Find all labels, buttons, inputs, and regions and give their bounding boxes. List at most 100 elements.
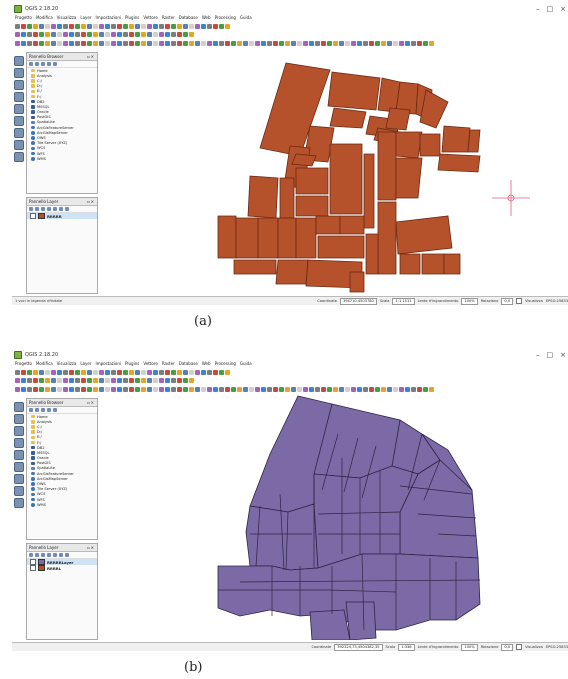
- properties-icon[interactable]: [53, 408, 57, 412]
- building-polygon[interactable]: [399, 253, 421, 275]
- toolbar-tool-icon[interactable]: [261, 387, 266, 392]
- toolbar-tool-icon[interactable]: [291, 387, 296, 392]
- toolbar-tool-icon[interactable]: [141, 370, 146, 375]
- toolbar-tool-icon[interactable]: [15, 378, 20, 383]
- building-polygon[interactable]: [235, 217, 259, 259]
- toolbar-tool-icon[interactable]: [153, 378, 158, 383]
- toolbar-tool-icon[interactable]: [141, 387, 146, 392]
- toolbar-tool-icon[interactable]: [291, 41, 296, 46]
- toolbar-tool-icon[interactable]: [285, 41, 290, 46]
- toolbar-tool-icon[interactable]: [51, 41, 56, 46]
- layer-visibility-checkbox[interactable]: [30, 213, 36, 219]
- toolbar-tool-icon[interactable]: [33, 24, 38, 29]
- toolbar-tool-icon[interactable]: [213, 24, 218, 29]
- toolbar-tool-icon[interactable]: [177, 387, 182, 392]
- building-polygon[interactable]: [257, 217, 279, 259]
- toolbar-tool-icon[interactable]: [51, 378, 56, 383]
- toolbar-tool-icon[interactable]: [213, 41, 218, 46]
- toolbar-tool-icon[interactable]: [111, 24, 116, 29]
- menu-item[interactable]: Raster: [162, 14, 175, 22]
- toolbar-tool-icon[interactable]: [225, 370, 230, 375]
- add-layer-icon[interactable]: [14, 140, 24, 150]
- building-polygon[interactable]: [345, 601, 377, 640]
- toolbar-tool-icon[interactable]: [21, 41, 26, 46]
- panel-close-icon[interactable]: ▫×: [87, 399, 97, 406]
- toolbar-tool-icon[interactable]: [321, 387, 326, 392]
- toolbar-tool-icon[interactable]: [429, 41, 434, 46]
- toolbar-tool-icon[interactable]: [219, 24, 224, 29]
- toolbar-tool-icon[interactable]: [123, 32, 128, 37]
- toolbar-tool-icon[interactable]: [297, 387, 302, 392]
- menu-item[interactable]: Guida: [240, 360, 252, 368]
- toolbar-tool-icon[interactable]: [147, 370, 152, 375]
- toolbar-tool-icon[interactable]: [93, 370, 98, 375]
- filter-icon[interactable]: [41, 62, 45, 66]
- building-polygon[interactable]: [277, 217, 297, 259]
- toolbar-tool-icon[interactable]: [111, 387, 116, 392]
- render-checkbox[interactable]: [516, 644, 523, 650]
- toolbar-tool-icon[interactable]: [27, 24, 32, 29]
- building-polygon[interactable]: [315, 215, 341, 235]
- toolbar-tool-icon[interactable]: [207, 370, 212, 375]
- toolbar-tool-icon[interactable]: [123, 387, 128, 392]
- toolbar-tool-icon[interactable]: [57, 24, 62, 29]
- add-group-icon[interactable]: [35, 553, 39, 557]
- add-icon[interactable]: [29, 62, 33, 66]
- toolbar-tool-icon[interactable]: [351, 387, 356, 392]
- toolbar-tool-icon[interactable]: [171, 41, 176, 46]
- add-layer-icon[interactable]: [14, 80, 24, 90]
- style-icon[interactable]: [29, 553, 33, 557]
- panel-close-icon[interactable]: ▫×: [87, 198, 97, 205]
- toolbar-tool-icon[interactable]: [411, 387, 416, 392]
- menu-item[interactable]: Visualizza: [57, 14, 77, 22]
- toolbar-tool-icon[interactable]: [99, 387, 104, 392]
- toolbar-tool-icon[interactable]: [357, 41, 362, 46]
- toolbar-tool-icon[interactable]: [231, 41, 236, 46]
- toolbar-tool-icon[interactable]: [159, 32, 164, 37]
- toolbar-tool-icon[interactable]: [393, 41, 398, 46]
- toolbar-tool-icon[interactable]: [177, 378, 182, 383]
- toolbar-tool-icon[interactable]: [21, 378, 26, 383]
- toolbar-tool-icon[interactable]: [99, 32, 104, 37]
- expand-icon[interactable]: [53, 553, 57, 557]
- style-icon[interactable]: [29, 207, 33, 211]
- toolbar-tool-icon[interactable]: [135, 387, 140, 392]
- toolbar-tool-icon[interactable]: [93, 387, 98, 392]
- toolbar-tool-icon[interactable]: [147, 378, 152, 383]
- toolbar-tool-icon[interactable]: [75, 370, 80, 375]
- toolbar-tool-icon[interactable]: [399, 387, 404, 392]
- toolbar-tool-icon[interactable]: [147, 387, 152, 392]
- toolbar-tool-icon[interactable]: [105, 32, 110, 37]
- toolbar-tool-icon[interactable]: [267, 41, 272, 46]
- toolbar-tool-icon[interactable]: [93, 378, 98, 383]
- toolbar-tool-icon[interactable]: [129, 32, 134, 37]
- toolbar-tool-icon[interactable]: [147, 32, 152, 37]
- toolbar-tool-icon[interactable]: [33, 41, 38, 46]
- toolbar-tool-icon[interactable]: [387, 41, 392, 46]
- toolbar-tool-icon[interactable]: [45, 32, 50, 37]
- toolbar-tool-icon[interactable]: [87, 32, 92, 37]
- toolbar-tool-icon[interactable]: [45, 387, 50, 392]
- toolbar-tool-icon[interactable]: [201, 41, 206, 46]
- toolbar-tool-icon[interactable]: [171, 32, 176, 37]
- toolbar-tool-icon[interactable]: [93, 24, 98, 29]
- add-layer-icon[interactable]: [14, 426, 24, 436]
- toolbar-tool-icon[interactable]: [189, 24, 194, 29]
- toolbar-tool-icon[interactable]: [69, 32, 74, 37]
- toolbar-tool-icon[interactable]: [183, 41, 188, 46]
- toolbar-tool-icon[interactable]: [165, 370, 170, 375]
- add-layer-icon[interactable]: [14, 474, 24, 484]
- toolbar-tool-icon[interactable]: [309, 41, 314, 46]
- maximize-button[interactable]: □: [547, 351, 554, 359]
- toolbar-tool-icon[interactable]: [81, 32, 86, 37]
- toolbar-tool-icon[interactable]: [129, 41, 134, 46]
- toolbar-tool-icon[interactable]: [27, 387, 32, 392]
- add-layer-icon[interactable]: [14, 92, 24, 102]
- properties-icon[interactable]: [53, 62, 57, 66]
- toolbar-tool-icon[interactable]: [255, 387, 260, 392]
- menu-item[interactable]: Processing: [215, 14, 236, 22]
- menu-item[interactable]: Web: [202, 14, 211, 22]
- toolbar-tool-icon[interactable]: [171, 387, 176, 392]
- toolbar-tool-icon[interactable]: [159, 24, 164, 29]
- toolbar-tool-icon[interactable]: [135, 24, 140, 29]
